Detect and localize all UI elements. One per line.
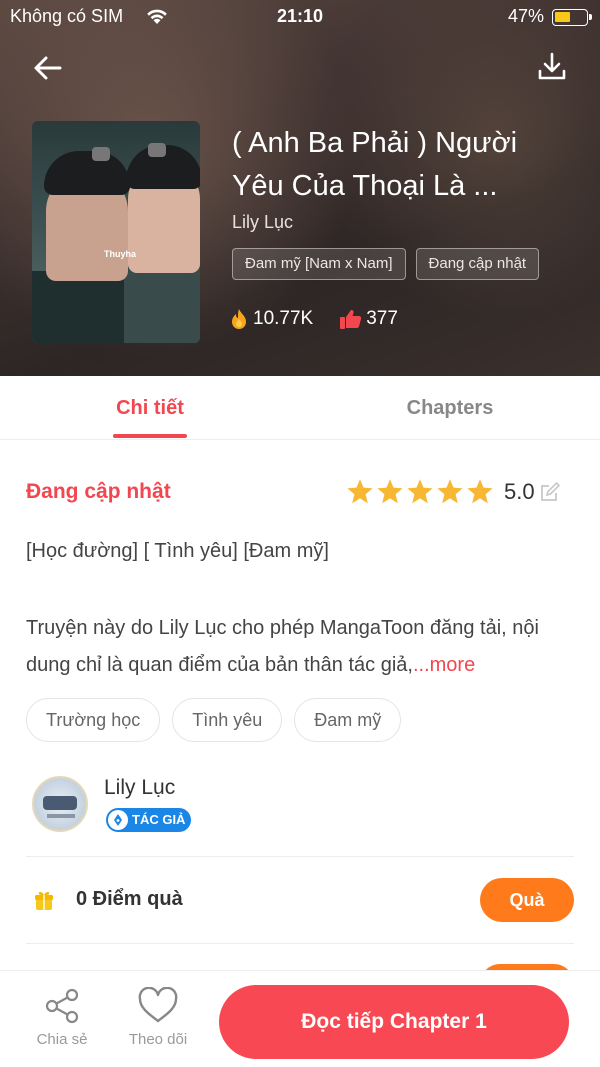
book-title: ( Anh Ba Phải ) Người Yêu Của Thoại Là .… — [232, 127, 518, 202]
gift-points: 0 Điểm quà — [76, 888, 183, 910]
tab-detail[interactable]: Chi tiết — [0, 376, 300, 440]
download-icon — [538, 52, 566, 80]
tag-genre[interactable]: Đam mỹ [Nam x Nam] — [232, 248, 406, 280]
genres-line: [Học đường] [ Tình yêu] [Đam mỹ] — [26, 540, 329, 562]
star-icon — [437, 479, 463, 504]
book-author[interactable]: Lily Lục — [232, 212, 293, 233]
star-icon — [347, 479, 373, 504]
share-label: Chia sẻ — [36, 1031, 88, 1048]
book-stats: 10.77K 377 — [228, 307, 424, 331]
author-badge: TÁC GIẢ — [106, 808, 192, 832]
divider — [26, 856, 574, 857]
battery-icon — [552, 9, 592, 26]
bottom-action-bar: Chia sẻ Theo dõi Đọc tiếp Chapter 1 — [0, 970, 600, 1067]
battery-percent: 47% — [507, 6, 544, 26]
divider — [26, 943, 574, 944]
share-icon — [45, 988, 79, 1024]
follow-label: Theo dõi — [128, 1031, 188, 1048]
edit-rating-icon[interactable] — [539, 481, 561, 503]
tab-chapters[interactable]: Chapters — [300, 376, 600, 440]
gift-points-row: 0 Điểm quà Quà — [26, 878, 574, 922]
update-status: Đang cập nhật — [26, 480, 171, 503]
pen-nib-icon — [108, 810, 128, 830]
tag-status[interactable]: Đang cập nhật — [415, 248, 540, 280]
arrow-left-icon — [34, 56, 62, 80]
views-stat: 10.77K — [228, 307, 313, 331]
likes-count: 377 — [366, 308, 398, 329]
author-name[interactable]: Lily Lục — [104, 776, 175, 800]
chip-truong-hoc[interactable]: Trường học — [26, 698, 161, 742]
more-link[interactable]: ...more — [413, 654, 475, 676]
chip-dam-my[interactable]: Đam mỹ — [294, 698, 402, 742]
star-icon — [407, 479, 433, 504]
book-cover[interactable]: Thuyha — [32, 121, 200, 343]
heart-icon — [138, 987, 178, 1023]
likes-stat: 377 — [339, 308, 398, 330]
author-row[interactable]: Lily Lục TÁC GIẢ — [32, 776, 580, 834]
author-badge-label: TÁC GIẢ — [132, 812, 186, 827]
tag-chips: Trường học Tình yêu Đam mỹ — [26, 698, 402, 742]
fire-icon — [232, 309, 246, 329]
star-icon — [467, 479, 493, 504]
detail-tabs: Chi tiết Chapters — [0, 376, 600, 440]
follow-button[interactable]: Theo dõi — [118, 987, 198, 1048]
active-tab-indicator — [113, 434, 187, 438]
cover-watermark: Thuyha — [104, 249, 137, 259]
rating-value: 5.0 — [504, 478, 535, 504]
thumbs-up-icon — [340, 310, 362, 329]
gift-button[interactable]: Quà — [480, 878, 574, 922]
description: Truyện này do Lily Lục cho phép MangaToo… — [26, 610, 574, 684]
header-tags: Đam mỹ [Nam x Nam] Đang cập nhật — [232, 248, 540, 280]
author-avatar[interactable] — [32, 776, 88, 832]
star-icon — [377, 479, 403, 504]
download-button[interactable] — [536, 50, 568, 84]
views-count: 10.77K — [253, 308, 314, 329]
share-button[interactable]: Chia sẻ — [22, 987, 102, 1048]
continue-reading-button[interactable]: Đọc tiếp Chapter 1 — [219, 985, 569, 1059]
back-button[interactable] — [30, 50, 66, 86]
gift-icon — [35, 891, 53, 910]
chip-tinh-yeu[interactable]: Tình yêu — [172, 698, 283, 742]
rating: 5.0 — [346, 478, 561, 505]
status-bar: Không có SIM 21:10 47% — [0, 0, 600, 34]
